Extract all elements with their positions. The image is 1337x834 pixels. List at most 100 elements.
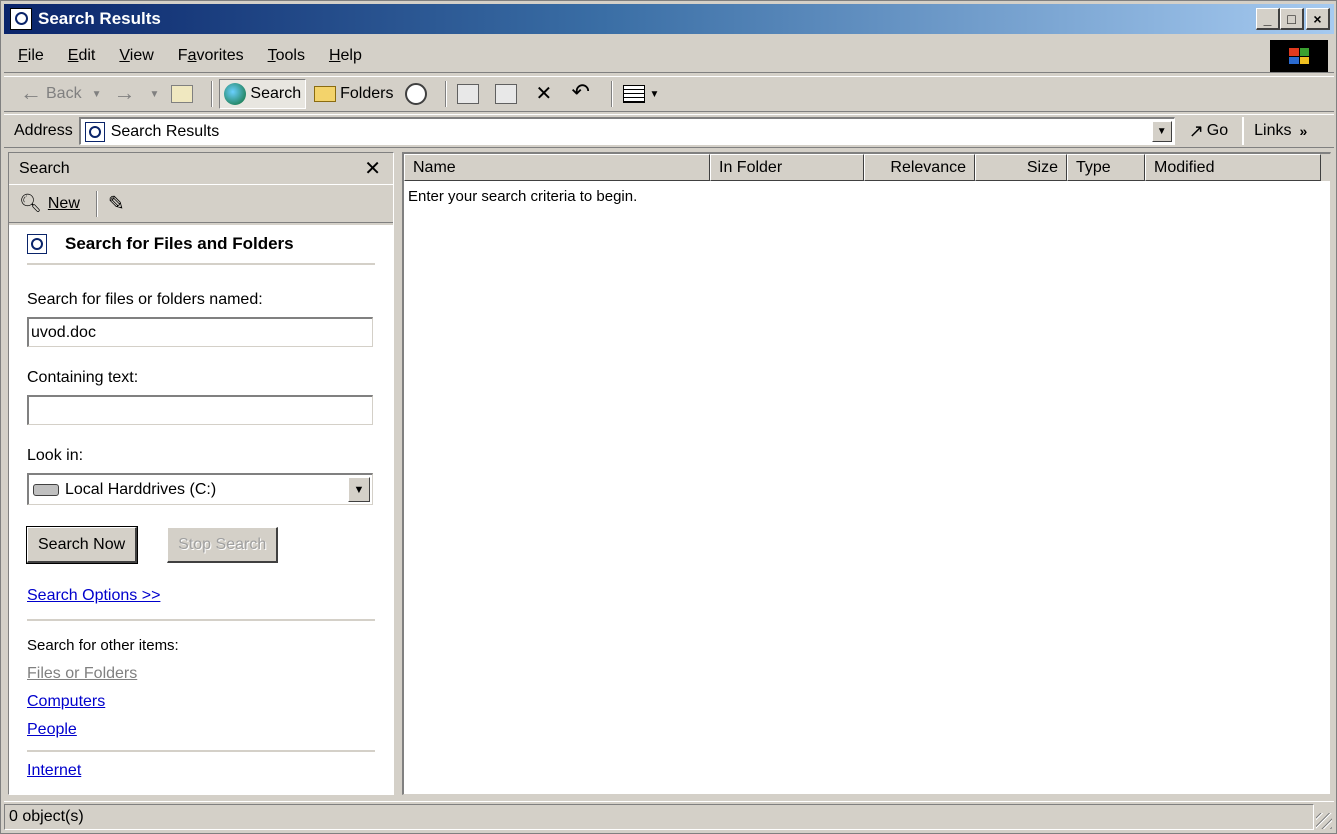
search-button[interactable]: Search xyxy=(219,79,307,109)
address-bar: Address Search Results ▼ ↗ Go Links » xyxy=(4,114,1334,148)
menu-favorites-label: vorites xyxy=(196,46,244,64)
magnifier-icon: 🔍︎ xyxy=(19,193,42,213)
search-form-title-row: Search for Files and Folders xyxy=(27,225,375,265)
menu-bar: File Edit View Favorites Tools Help xyxy=(4,39,1334,73)
search-now-button[interactable]: Search Now xyxy=(25,526,139,564)
menu-favorites[interactable]: Favorites xyxy=(178,47,244,65)
column-headers: Name In Folder Relevance Size Type Modif… xyxy=(404,154,1330,181)
back-label: Back xyxy=(46,85,82,102)
address-dropdown-button[interactable]: ▼ xyxy=(1151,121,1172,142)
minimize-button[interactable]: _ xyxy=(1256,8,1280,30)
standard-toolbar: Back ▼ ▼ Search Folders xyxy=(4,76,1334,112)
window-title: Search Results xyxy=(38,9,161,28)
look-in-label: Look in: xyxy=(27,447,84,464)
column-in-folder[interactable]: In Folder xyxy=(710,154,864,181)
results-list[interactable]: Name In Folder Relevance Size Type Modif… xyxy=(402,152,1331,795)
forward-button[interactable] xyxy=(109,79,143,109)
toolbar-separator xyxy=(611,81,614,107)
containing-text-input[interactable] xyxy=(27,395,373,425)
pane-splitter[interactable] xyxy=(395,152,401,795)
computers-link[interactable]: Computers xyxy=(27,693,105,710)
undo-icon xyxy=(571,79,593,105)
filename-input[interactable] xyxy=(27,317,373,347)
menu-tools[interactable]: Tools xyxy=(268,47,305,65)
menu-help[interactable]: Help xyxy=(329,47,362,65)
views-button[interactable]: ▼ xyxy=(619,79,663,109)
look-in-value: Local Harddrives (C:) xyxy=(65,480,217,498)
search-pane-title: Search xyxy=(19,159,70,177)
search-files-icon xyxy=(27,234,47,254)
search-form: Search for Files and Folders Search for … xyxy=(9,225,393,794)
up-button[interactable] xyxy=(167,79,201,109)
look-in-dropdown-button[interactable]: ▼ xyxy=(348,477,370,502)
internet-link[interactable]: Internet xyxy=(27,762,81,779)
links-toolbar[interactable]: Links » xyxy=(1242,117,1307,145)
people-link[interactable]: People xyxy=(27,721,77,738)
stop-search-button[interactable]: Stop Search xyxy=(167,527,279,563)
back-button[interactable]: Back xyxy=(16,79,86,109)
resize-grip-icon[interactable] xyxy=(1316,813,1332,829)
links-chevron-icon[interactable]: » xyxy=(1300,123,1308,139)
history-button[interactable] xyxy=(401,79,435,109)
address-label: Address xyxy=(14,122,73,139)
toolbar-separator xyxy=(95,190,98,217)
empty-results-message: Enter your search criteria to begin. xyxy=(408,188,638,205)
folders-icon xyxy=(314,86,337,102)
title-bar[interactable]: Search Results _ □ × xyxy=(4,4,1334,34)
back-arrow-icon xyxy=(20,80,42,106)
forward-arrow-icon xyxy=(113,80,135,106)
search-buttons: Search Now Stop Search xyxy=(25,526,375,564)
search-pane: Search ✕ 🔍︎ New ✎ Search for Files and F… xyxy=(8,152,394,795)
go-button[interactable]: ↗ Go xyxy=(1189,121,1228,142)
move-to-icon xyxy=(457,84,480,104)
menu-tools-accel: T xyxy=(267,46,276,64)
undo-button[interactable] xyxy=(567,79,601,109)
up-folder-icon xyxy=(171,85,194,103)
close-button[interactable]: × xyxy=(1306,8,1330,30)
toolbar-separator xyxy=(445,81,448,107)
menu-view-label: iew xyxy=(129,46,154,64)
toolbar-separator xyxy=(211,81,214,107)
history-icon xyxy=(405,83,428,105)
search-label: Search xyxy=(250,85,302,102)
search-results-icon xyxy=(10,8,32,30)
column-name[interactable]: Name xyxy=(404,154,710,181)
menu-edit-label: dit xyxy=(78,46,96,64)
search-pane-close-button[interactable]: ✕ xyxy=(364,156,381,181)
delete-icon xyxy=(533,81,555,106)
menu-file-label: ile xyxy=(27,46,44,64)
named-label: Search for files or folders named: xyxy=(27,291,263,308)
forward-dropdown-icon[interactable]: ▼ xyxy=(149,89,159,100)
window-controls: _ □ × xyxy=(1256,8,1330,30)
search-options-section: Search Options >> xyxy=(27,587,375,621)
views-dropdown-icon: ▼ xyxy=(649,88,660,100)
address-input[interactable]: Search Results ▼ xyxy=(78,117,1175,145)
containing-text-label: Containing text: xyxy=(27,369,139,386)
move-to-button[interactable] xyxy=(453,79,487,109)
folders-button[interactable]: Folders xyxy=(310,79,397,109)
search-assistant-icon[interactable]: ✎ xyxy=(108,191,125,216)
column-relevance[interactable]: Relevance xyxy=(864,154,975,181)
menu-file-accel: F xyxy=(18,46,28,64)
windows-logo-icon xyxy=(1270,40,1328,72)
back-dropdown-icon[interactable]: ▼ xyxy=(92,89,102,100)
maximize-button[interactable]: □ xyxy=(1280,8,1304,30)
menu-edit[interactable]: Edit xyxy=(68,47,96,65)
search-options-link[interactable]: Search Options >> xyxy=(27,587,160,604)
delete-button[interactable] xyxy=(529,79,563,109)
address-value: Search Results xyxy=(110,122,220,140)
menu-favorites-pre: F xyxy=(177,46,188,64)
new-search-button[interactable]: 🔍︎ New xyxy=(19,193,80,214)
menu-view[interactable]: View xyxy=(119,47,153,65)
search-pane-header: Search ✕ xyxy=(9,153,393,185)
column-type[interactable]: Type xyxy=(1067,154,1145,181)
menu-file[interactable]: File xyxy=(18,47,44,65)
links-label: Links xyxy=(1254,122,1292,139)
menu-tools-label: ools xyxy=(275,46,305,64)
column-modified[interactable]: Modified xyxy=(1145,154,1321,181)
copy-to-button[interactable] xyxy=(491,79,525,109)
look-in-select[interactable]: Local Harddrives (C:) ▼ xyxy=(27,473,373,505)
go-label: Go xyxy=(1206,122,1229,139)
views-icon xyxy=(623,85,646,103)
column-size[interactable]: Size xyxy=(975,154,1067,181)
